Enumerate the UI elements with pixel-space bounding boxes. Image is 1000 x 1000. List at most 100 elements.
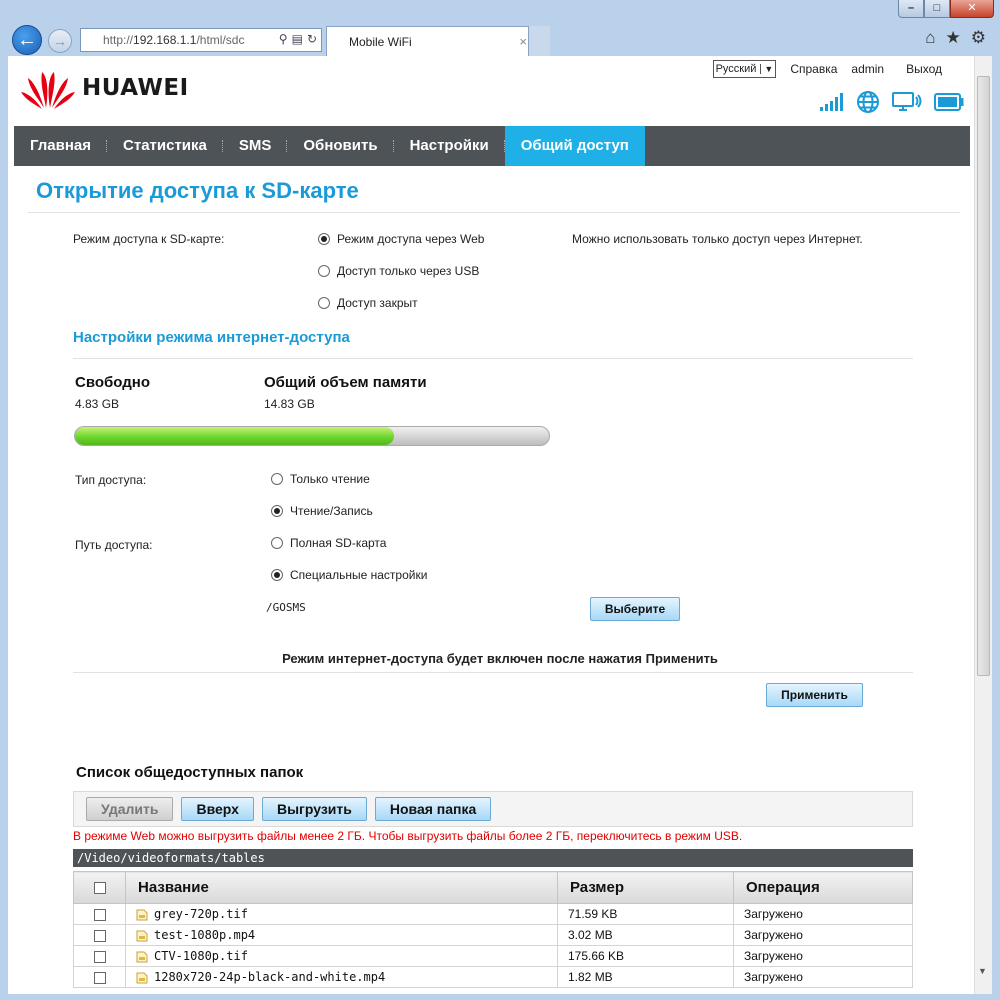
radio-access-closed[interactable]: Доступ закрыт: [318, 296, 418, 310]
delete-button[interactable]: Удалить: [86, 797, 174, 821]
browser-toolbar: ← → http://192.168.1.1/html/sdc ⚲ ▤ ↻ Mo…: [0, 22, 1000, 56]
file-size: 175.66 KB: [557, 945, 734, 967]
select-all-header: [73, 871, 126, 904]
table-row[interactable]: test-1080p.mp4 3.02 MB Загружено: [73, 924, 913, 946]
nav-item-sharing[interactable]: Общий доступ: [504, 126, 645, 166]
close-window-button[interactable]: ✕: [950, 0, 994, 18]
up-button[interactable]: Вверх: [181, 797, 254, 821]
logout-link[interactable]: Выход: [906, 62, 942, 76]
radio-read-write[interactable]: Чтение/Запись: [271, 504, 373, 518]
tab-mobile-wifi[interactable]: Mobile WiFi ×: [326, 26, 550, 56]
radio-label: Доступ закрыт: [337, 296, 418, 310]
storage-progress-fill: [75, 427, 395, 445]
file-size: 71.59 KB: [557, 903, 734, 925]
column-operation-header: Операция: [733, 871, 913, 904]
nav-item-settings[interactable]: Настройки: [394, 126, 505, 166]
radio-label: Доступ только через USB: [337, 264, 480, 278]
new-folder-button[interactable]: Новая папка: [374, 797, 492, 821]
address-bar[interactable]: http://192.168.1.1/html/sdc ⚲ ▤ ↻: [80, 28, 322, 52]
radio-dot: [271, 505, 283, 517]
free-space-label: Свободно: [75, 374, 150, 391]
home-icon[interactable]: ⌂: [925, 28, 935, 48]
language-select[interactable]: Русский ▼: [712, 60, 777, 78]
search-icon[interactable]: ⚲: [279, 32, 288, 46]
select-folder-button[interactable]: Выберите: [590, 597, 680, 621]
user-name: admin: [851, 62, 885, 76]
storage-progress-bar: [74, 426, 550, 446]
apply-button[interactable]: Применить: [766, 683, 863, 707]
file-operation: Загружено: [733, 945, 913, 967]
current-path-bar: /Video/videoformats/tables: [73, 849, 913, 867]
total-space-label: Общий объем памяти: [264, 374, 427, 391]
upload-button[interactable]: Выгрузить: [261, 797, 367, 821]
radio-read-only[interactable]: Только чтение: [271, 472, 370, 486]
radio-full-sd-card[interactable]: Полная SD-карта: [271, 536, 386, 550]
file-operation: Загружено: [733, 966, 913, 988]
file-name[interactable]: CTV-1080p.tif: [154, 949, 248, 963]
nav-item-home[interactable]: Главная: [14, 126, 108, 166]
radio-dot: [271, 537, 283, 549]
row-checkbox[interactable]: [93, 908, 106, 921]
battery-icon: [934, 93, 964, 111]
monitor-wifi-icon: [892, 92, 922, 111]
forward-button[interactable]: →: [48, 29, 72, 53]
table-row[interactable]: grey-720p.tif 71.59 KB Загружено: [73, 903, 913, 925]
page-scrollbar[interactable]: ▼: [974, 56, 992, 994]
maximize-button[interactable]: □: [924, 0, 950, 18]
access-type-label: Тип доступа:: [75, 473, 147, 487]
file-operation: Загружено: [733, 924, 913, 946]
scrollbar-thumb[interactable]: [977, 76, 990, 676]
access-mode-label: Режим доступа к SD-карте:: [73, 232, 225, 246]
status-icons: [820, 90, 964, 114]
help-link[interactable]: Справка: [790, 62, 837, 76]
favorites-star-icon[interactable]: ★: [946, 28, 961, 48]
table-header-row: Название Размер Операция: [73, 871, 913, 904]
minimize-button[interactable]: –: [898, 0, 924, 18]
compatibility-view-icon[interactable]: ▤: [292, 32, 303, 46]
radio-usb-only[interactable]: Доступ только через USB: [318, 264, 479, 278]
tab-close-icon[interactable]: ×: [519, 34, 527, 49]
row-checkbox[interactable]: [93, 950, 106, 963]
window-titlebar: – □ ✕: [0, 0, 1000, 22]
section-divider: [73, 358, 913, 359]
column-name-header[interactable]: Название: [125, 871, 558, 904]
file-name[interactable]: test-1080p.mp4: [154, 928, 255, 942]
apply-notice: Режим интернет-доступа будет включен пос…: [282, 651, 718, 666]
refresh-icon[interactable]: ↻: [307, 32, 317, 46]
radio-dot: [318, 233, 330, 245]
file-name[interactable]: grey-720p.tif: [154, 907, 248, 921]
title-divider: [28, 212, 960, 213]
select-all-checkbox[interactable]: [93, 882, 106, 895]
column-size-header[interactable]: Размер: [557, 871, 734, 904]
scroll-down-arrow-icon[interactable]: ▼: [978, 966, 987, 976]
table-row[interactable]: 1280x720-24p-black-and-white.mp4 1.82 MB…: [73, 966, 913, 988]
access-path-value: /GOSMS: [266, 601, 306, 614]
new-tab-button[interactable]: [528, 26, 550, 56]
file-icon: [136, 972, 148, 984]
gear-icon[interactable]: ⚙: [971, 28, 986, 48]
radio-web-access[interactable]: Режим доступа через Web: [318, 232, 484, 246]
file-icon: [136, 909, 148, 921]
file-icon: [136, 951, 148, 963]
upload-size-warning: В режиме Web можно выгрузить файлы менее…: [73, 829, 743, 843]
file-name[interactable]: 1280x720-24p-black-and-white.mp4: [154, 970, 385, 984]
file-icon: [136, 930, 148, 942]
address-host: 192.168.1.1: [133, 33, 197, 47]
radio-custom-settings[interactable]: Специальные настройки: [271, 568, 427, 582]
notice-divider: [73, 672, 913, 673]
huawei-logo: HUAWEI: [20, 66, 189, 110]
nav-item-statistics[interactable]: Статистика: [107, 126, 223, 166]
page-viewport: HUAWEI Русский ▼ Справка admin Выход Гла…: [8, 56, 992, 994]
radio-dot: [318, 297, 330, 309]
nav-item-sms[interactable]: SMS: [223, 126, 288, 166]
table-row[interactable]: CTV-1080p.tif 175.66 KB Загружено: [73, 945, 913, 967]
row-checkbox[interactable]: [93, 929, 106, 942]
top-links: Русский ▼ Справка admin Выход: [712, 60, 942, 78]
row-checkbox[interactable]: [93, 971, 106, 984]
back-button[interactable]: ←: [12, 25, 42, 55]
nav-item-update[interactable]: Обновить: [287, 126, 394, 166]
access-mode-hint: Можно использовать только доступ через И…: [572, 232, 863, 246]
chevron-down-icon: ▼: [760, 64, 773, 74]
logo-text: HUAWEI: [82, 75, 189, 101]
internet-settings-title: Настройки режима интернет-доступа: [73, 329, 350, 346]
